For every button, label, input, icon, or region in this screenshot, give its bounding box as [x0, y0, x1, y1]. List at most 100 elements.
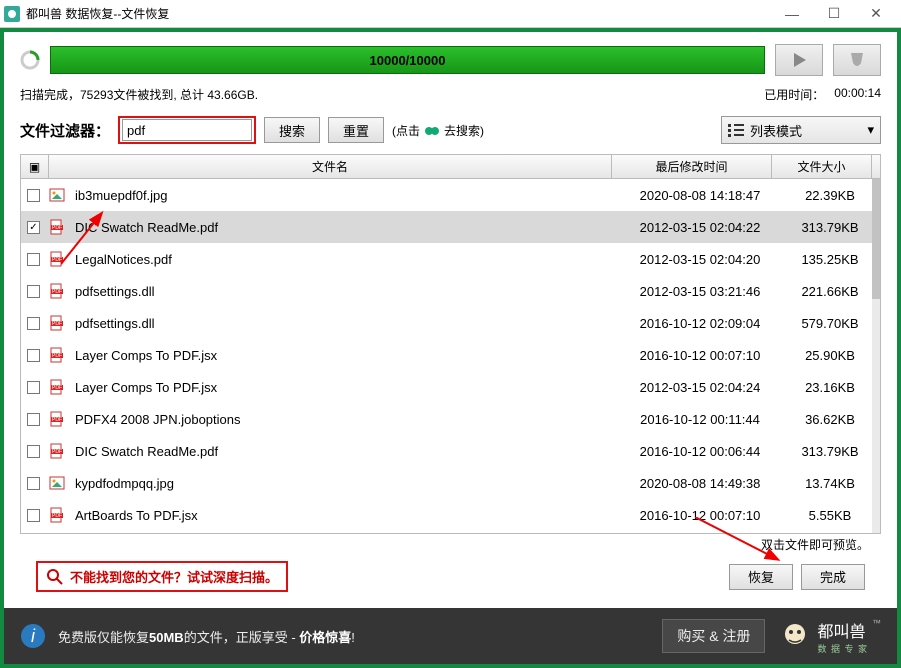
pdf-file-icon: PDF [49, 347, 65, 363]
scan-status-text: 扫描完成，75293文件被找到, 总计 43.66GB. [20, 86, 764, 103]
table-row[interactable]: PDFArtBoards To PDF.jsx2016-10-12 00:07:… [21, 499, 880, 531]
row-checkbox[interactable] [27, 349, 40, 362]
table-row[interactable]: PDF PDFX4 2008 JPN.joboptions2016-10-12 0… [21, 403, 880, 435]
row-checkbox[interactable] [27, 285, 40, 298]
row-checkbox[interactable] [27, 413, 40, 426]
svg-text:PDF: PDF [52, 513, 62, 519]
cell-date: 2020-08-08 14:18:47 [620, 188, 780, 203]
upsell-text: 免费版仅能恢复50MB的文件，正版享受 - 价格惊喜! [58, 627, 355, 646]
cell-size: 135.25KB [780, 252, 880, 267]
search-button[interactable]: 搜索 [264, 117, 320, 143]
cell-size: 13.74KB [780, 476, 880, 491]
cell-date: 2012-03-15 03:21:46 [620, 284, 780, 299]
filter-label: 文件过滤器： [20, 120, 110, 141]
upsell-bar: i 免费版仅能恢复50MB的文件，正版享受 - 价格惊喜! 购买 & 注册 都叫… [4, 608, 897, 664]
table-row[interactable]: kypdfodmpqq.jpg2020-08-08 14:49:3813.74K… [21, 467, 880, 499]
table-header: ▣ 文件名 最后修改时间 文件大小 [21, 155, 880, 179]
cell-filename: pdfsettings.dll [71, 284, 620, 299]
cell-date: 2012-03-15 02:04:24 [620, 380, 780, 395]
scroll-thumb[interactable] [872, 179, 880, 299]
progress-row: 10000/10000 [20, 42, 881, 78]
app-icon [4, 6, 20, 22]
cell-date: 2016-10-12 02:09:04 [620, 316, 780, 331]
row-checkbox[interactable] [27, 509, 40, 522]
table-row[interactable]: PDFDIC Swatch ReadMe.pdf2016-10-12 00:06… [21, 435, 880, 467]
cell-size: 579.70KB [780, 316, 880, 331]
row-checkbox[interactable] [27, 381, 40, 394]
row-checkbox[interactable] [27, 317, 40, 330]
done-button[interactable]: 完成 [801, 564, 865, 590]
window-title: 都叫兽 数据恢复--文件恢复 [26, 5, 771, 22]
pdf-file-icon: PDF [49, 283, 65, 299]
row-checkbox[interactable] [27, 253, 40, 266]
stop-button[interactable] [833, 44, 881, 76]
cell-size: 313.79KB [780, 444, 880, 459]
cell-filename: pdfsettings.dll [71, 316, 620, 331]
image-file-icon [49, 187, 65, 203]
elapsed-label: 已用时间： [764, 86, 824, 103]
play-button[interactable] [775, 44, 823, 76]
cell-filename: DIC Swatch ReadMe.pdf [71, 444, 620, 459]
table-row[interactable]: PDFLayer Comps To PDF.jsx2016-10-12 00:0… [21, 339, 880, 371]
filter-input-highlight [118, 116, 256, 144]
table-row[interactable]: PDFLayer Comps To PDF.jsx2012-03-15 02:0… [21, 371, 880, 403]
minimize-button[interactable]: — [771, 3, 813, 25]
svg-text:PDF: PDF [52, 417, 62, 423]
filter-hint: (点击 去搜索) [392, 122, 484, 139]
row-checkbox[interactable]: ✓ [27, 221, 40, 234]
row-checkbox[interactable] [27, 189, 40, 202]
close-button[interactable]: ✕ [855, 3, 897, 25]
header-check[interactable]: ▣ [21, 155, 49, 178]
preview-hint: 双击文件即可预览。 [20, 534, 881, 555]
row-checkbox[interactable] [27, 445, 40, 458]
main-panel: 10000/10000 扫描完成，75293文件被找到, 总计 43.66GB.… [4, 32, 897, 608]
cell-date: 2020-08-08 14:49:38 [620, 476, 780, 491]
cell-filename: LegalNotices.pdf [71, 252, 620, 267]
file-table: ▣ 文件名 最后修改时间 文件大小 ib3muepdf0f.jpg2020-08… [20, 154, 881, 534]
row-checkbox[interactable] [27, 477, 40, 490]
maximize-button[interactable]: ☐ [813, 3, 855, 25]
cell-filename: DIC Swatch ReadMe.pdf [71, 220, 620, 235]
cell-size: 23.16KB [780, 380, 880, 395]
reset-button[interactable]: 重置 [328, 117, 384, 143]
svg-text:PDF: PDF [52, 225, 62, 231]
cell-filename: PDFX4 2008 JPN.joboptions [71, 412, 620, 427]
svg-text:PDF: PDF [52, 321, 62, 327]
filter-input[interactable] [122, 119, 252, 141]
svg-text:PDF: PDF [52, 385, 62, 391]
spinner-icon [20, 50, 40, 70]
svg-text:PDF: PDF [52, 289, 62, 295]
table-row[interactable]: PDFpdfsettings.dll2012-03-15 03:21:46221… [21, 275, 880, 307]
chevron-down-icon: ▾ [867, 122, 874, 138]
brand-logo: 都叫兽 数 据 专 家 ™ [777, 618, 881, 655]
header-date[interactable]: 最后修改时间 [612, 155, 772, 178]
cell-date: 2012-03-15 02:04:20 [620, 252, 780, 267]
binoculars-icon [424, 122, 440, 138]
cell-size: 313.79KB [780, 220, 880, 235]
table-row[interactable]: PDF pdfsettings.dll2016-10-12 02:09:04579… [21, 307, 880, 339]
table-row[interactable]: ib3muepdf0f.jpg2020-08-08 14:18:4722.39K… [21, 179, 880, 211]
cell-filename: ib3muepdf0f.jpg [71, 188, 620, 203]
header-scroll-spacer [872, 155, 880, 178]
view-mode-toggle[interactable]: 列表模式 ▾ [721, 116, 881, 144]
table-row[interactable]: ✓PDFDIC Swatch ReadMe.pdf2012-03-15 02:0… [21, 211, 880, 243]
buy-register-button[interactable]: 购买 & 注册 [662, 619, 765, 653]
header-size[interactable]: 文件大小 [772, 155, 872, 178]
mascot-icon [777, 618, 813, 654]
cell-date: 2016-10-12 00:11:44 [620, 412, 780, 427]
scrollbar[interactable] [872, 179, 880, 533]
recover-button[interactable]: 恢复 [729, 564, 793, 590]
table-row[interactable]: PDFLegalNotices.pdf2012-03-15 02:04:2013… [21, 243, 880, 275]
deep-scan-link[interactable]: 不能找到您的文件？试试深度扫描。 [36, 561, 288, 592]
main-frame: 10000/10000 扫描完成，75293文件被找到, 总计 43.66GB.… [0, 28, 901, 668]
header-filename[interactable]: 文件名 [49, 155, 612, 178]
status-row: 扫描完成，75293文件被找到, 总计 43.66GB. 已用时间： 00:00… [20, 82, 881, 106]
pdf-file-icon: PDF [49, 411, 65, 427]
brand-name: 都叫兽 [817, 618, 868, 642]
filter-row: 文件过滤器： 搜索 重置 (点击 去搜索) 列表模式 ▾ [20, 112, 881, 148]
cell-filename: ArtBoards To PDF.jsx [71, 508, 620, 523]
deep-scan-text: 不能找到您的文件？试试深度扫描。 [70, 567, 278, 586]
progress-text: 10000/10000 [370, 53, 446, 68]
cell-filename: Layer Comps To PDF.jsx [71, 348, 620, 363]
trademark-icon: ™ [872, 618, 881, 628]
